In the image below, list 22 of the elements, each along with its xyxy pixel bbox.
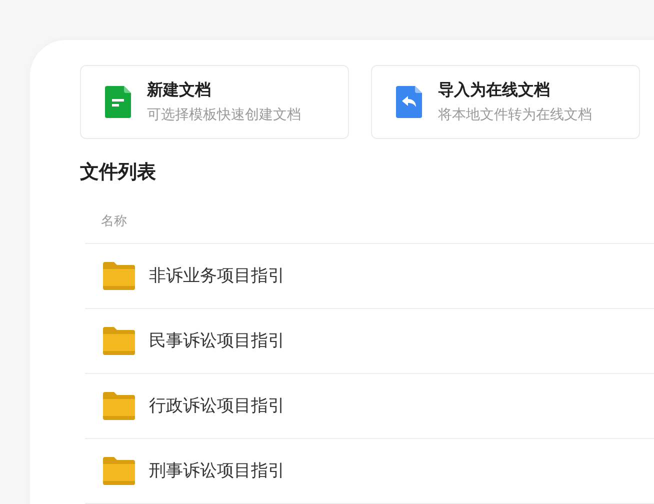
file-row[interactable]: 民事诉讼项目指引 [85,308,654,374]
folder-icon [103,456,135,484]
card-title: 导入为在线文档 [438,80,551,101]
file-row[interactable]: 非诉业务项目指引 [85,244,654,308]
file-row[interactable]: 刑事诉讼项目指引 [85,438,654,504]
folder-icon [103,326,135,354]
file-name: 刑事诉讼项目指引 [149,460,285,482]
action-card[interactable]: 新建文档 可选择模板快速创建文档 [80,65,349,139]
document-reply-icon [396,86,424,118]
file-row[interactable]: 行政诉讼项目指引 [85,374,654,438]
file-name: 民事诉讼项目指引 [149,330,285,352]
section-title: 文件列表 [80,160,156,185]
folder-icon [103,262,135,290]
card-title: 新建文档 [147,80,212,101]
card-subtitle: 可选择模板快速创建文档 [147,105,301,124]
card-subtitle: 将本地文件转为在线文档 [438,105,592,124]
action-card[interactable]: 导入为在线文档 将本地文件转为在线文档 [371,65,640,139]
column-header: 名称 [101,212,127,230]
file-name: 行政诉讼项目指引 [149,394,285,417]
document-icon [105,86,133,118]
folder-icon [103,392,135,420]
file-name: 非诉业务项目指引 [149,264,285,287]
